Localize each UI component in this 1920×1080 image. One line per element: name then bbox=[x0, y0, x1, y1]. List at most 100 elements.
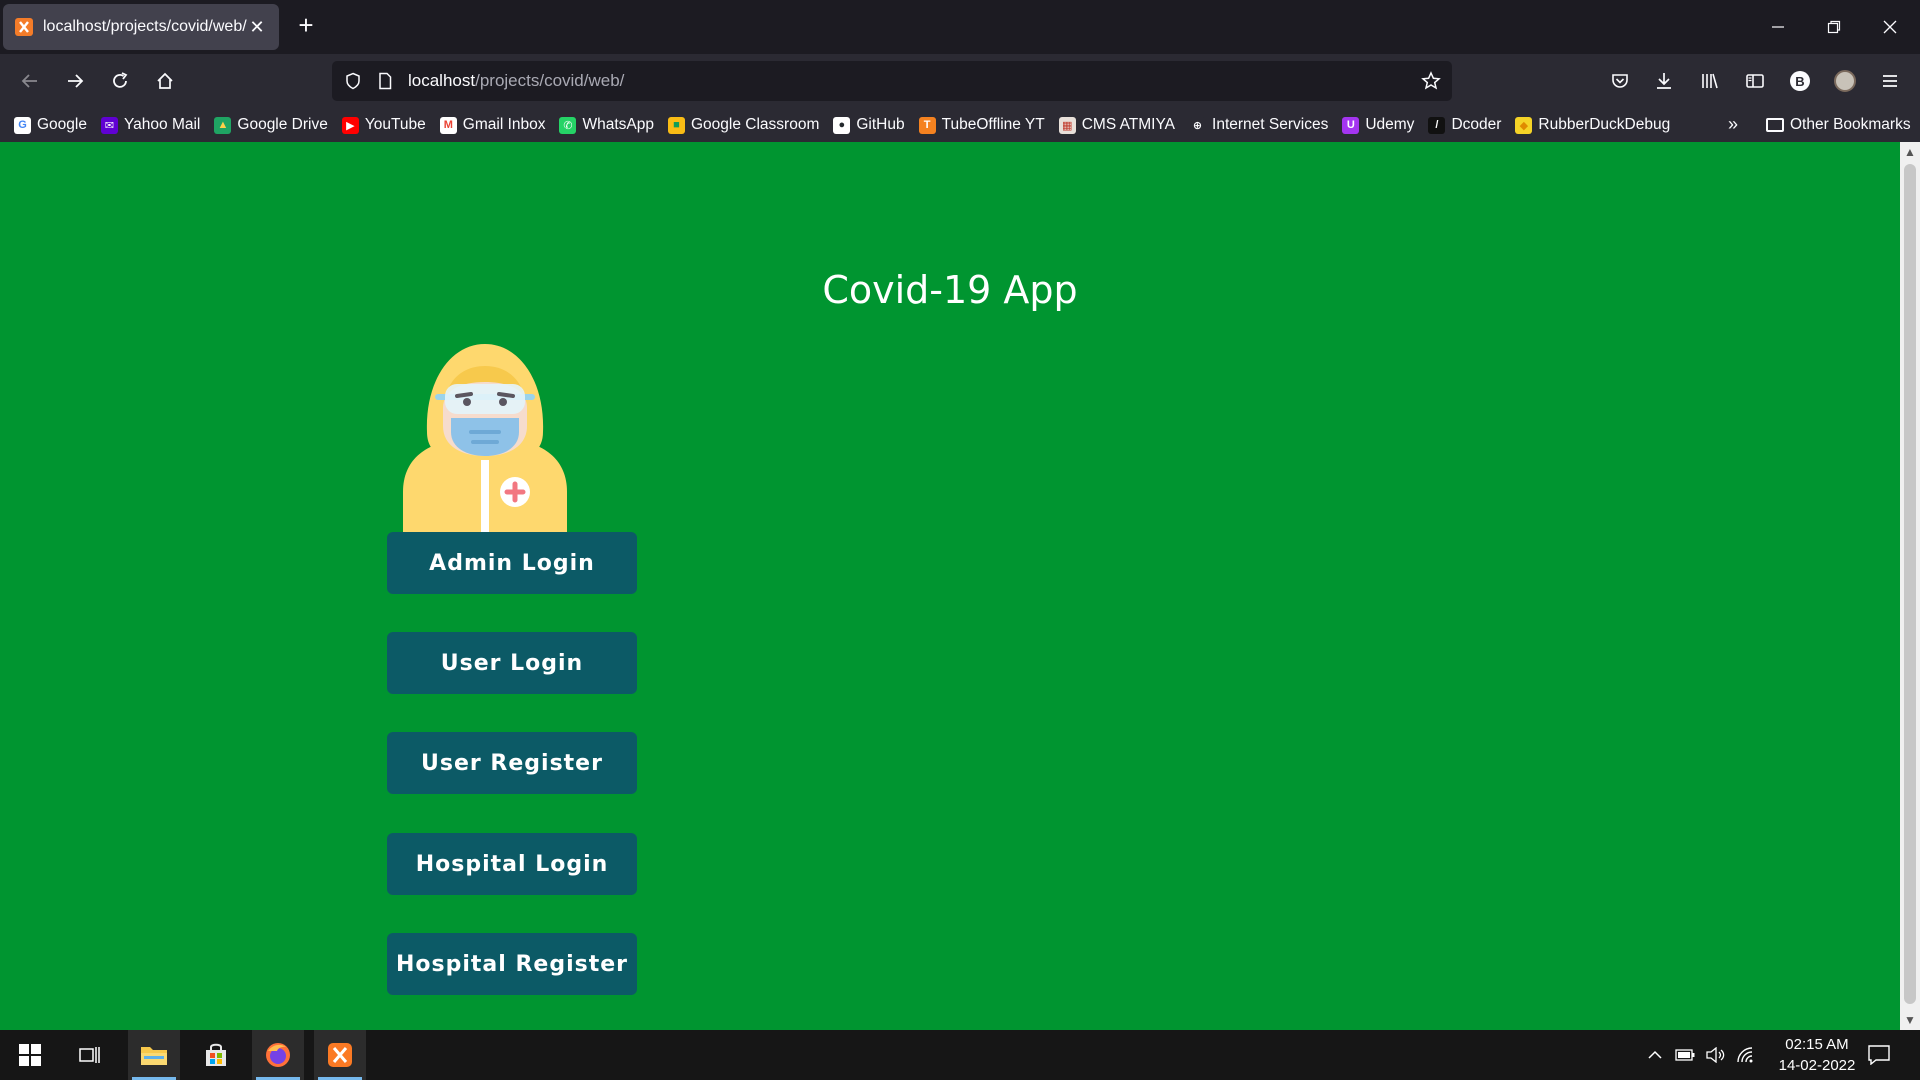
bookmarks-toolbar: G Google ✉ Yahoo Mail ▲ Google Drive ▶ YouTube M… bbox=[0, 108, 1920, 142]
user-login-button[interactable]: User Login bbox=[387, 632, 637, 694]
rubber-duck-icon: ◆ bbox=[1515, 116, 1533, 134]
whatsapp-icon: ✆ bbox=[559, 116, 577, 134]
restore-icon[interactable] bbox=[1806, 0, 1862, 54]
pocket-icon[interactable] bbox=[1605, 66, 1635, 96]
globe-icon: ⊕ bbox=[1189, 116, 1207, 134]
clock-time: 02:15 AM bbox=[1785, 1036, 1849, 1053]
google-icon: G bbox=[14, 116, 31, 134]
bookmark-item[interactable]: ✆ WhatsApp bbox=[559, 116, 654, 134]
bookmark-label: Internet Services bbox=[1212, 116, 1329, 133]
youtube-icon: ▶ bbox=[341, 116, 359, 134]
admin-login-button[interactable]: Admin Login bbox=[387, 532, 637, 594]
bookmark-label: CMS ATMIYA bbox=[1081, 116, 1176, 133]
bookmark-item[interactable]: ▶ YouTube bbox=[341, 116, 426, 134]
bookmark-item[interactable]: ▲ Google Drive bbox=[214, 116, 328, 134]
user-register-button[interactable]: User Register bbox=[387, 732, 637, 794]
address-bar[interactable]: localhost/projects/covid/web/ bbox=[332, 61, 1452, 101]
bookmark-label: TubeOffline YT bbox=[941, 116, 1045, 133]
extension-avatar-icon[interactable] bbox=[1830, 66, 1860, 96]
other-bookmarks-label: Other Bookmarks bbox=[1790, 116, 1911, 133]
bookmark-item[interactable]: ● GitHub bbox=[833, 116, 905, 134]
navigation-toolbar: localhost/projects/covid/web/ B bbox=[0, 54, 1920, 108]
google-classroom-icon: ■ bbox=[668, 116, 685, 134]
folder-icon bbox=[1766, 118, 1784, 132]
system-clock[interactable]: 02:15 AM 14-02-2022 bbox=[1762, 1034, 1872, 1076]
bookmark-label: GitHub bbox=[856, 116, 905, 133]
dcoder-icon: / bbox=[1428, 116, 1446, 134]
bookmark-item[interactable]: T TubeOffline YT bbox=[918, 116, 1045, 134]
windows-taskbar: 02:15 AM 14-02-2022 bbox=[0, 1030, 1920, 1080]
tubeoffline-icon: T bbox=[918, 116, 936, 134]
account-icon[interactable]: B bbox=[1785, 66, 1815, 96]
bookmarks-overflow-icon[interactable]: » bbox=[1728, 114, 1738, 135]
home-icon[interactable] bbox=[150, 66, 180, 96]
file-explorer-icon[interactable] bbox=[128, 1030, 180, 1080]
bookmark-label: Yahoo Mail bbox=[123, 116, 201, 133]
hamburger-menu-icon[interactable] bbox=[1875, 66, 1905, 96]
sidebar-icon[interactable] bbox=[1740, 66, 1770, 96]
other-bookmarks-folder[interactable]: Other Bookmarks bbox=[1766, 108, 1911, 142]
reload-icon[interactable] bbox=[105, 66, 135, 96]
wifi-icon[interactable] bbox=[1734, 1044, 1756, 1066]
profile-initial: B bbox=[1790, 71, 1810, 91]
close-window-icon[interactable] bbox=[1862, 0, 1918, 54]
url-text[interactable]: localhost/projects/covid/web/ bbox=[408, 71, 1416, 91]
xampp-taskbar-icon[interactable] bbox=[314, 1030, 366, 1080]
volume-icon[interactable] bbox=[1704, 1044, 1726, 1066]
library-icon[interactable] bbox=[1695, 66, 1725, 96]
page-info-icon[interactable] bbox=[374, 70, 396, 92]
bookmark-item[interactable]: / Dcoder bbox=[1428, 116, 1501, 134]
cms-atmiya-icon: ▦ bbox=[1058, 116, 1076, 134]
firefox-icon[interactable] bbox=[252, 1030, 304, 1080]
bookmark-star-icon[interactable] bbox=[1416, 66, 1446, 96]
windows-start-icon[interactable] bbox=[4, 1030, 56, 1080]
notification-center-icon[interactable] bbox=[1866, 1042, 1892, 1068]
tab-title: localhost/projects/covid/web/ bbox=[43, 18, 247, 35]
url-path: /projects/covid/web/ bbox=[475, 71, 625, 90]
bookmark-item[interactable]: ⊕ Internet Services bbox=[1189, 116, 1328, 134]
bookmark-label: Udemy bbox=[1365, 116, 1415, 133]
yahoo-mail-icon: ✉ bbox=[100, 116, 118, 134]
bookmark-item[interactable]: ✉ Yahoo Mail bbox=[100, 116, 201, 134]
bookmark-item[interactable]: ▦ CMS ATMIYA bbox=[1058, 116, 1176, 134]
forward-arrow-icon[interactable] bbox=[60, 66, 90, 96]
back-arrow-icon[interactable] bbox=[15, 66, 45, 96]
page-title: Covid-19 App bbox=[822, 268, 1078, 312]
shield-icon[interactable] bbox=[342, 70, 364, 92]
doctor-in-protective-suit-icon bbox=[403, 344, 567, 532]
browser-tab[interactable]: localhost/projects/covid/web/ ✕ bbox=[3, 4, 279, 50]
bookmark-label: Google Drive bbox=[237, 116, 328, 133]
bookmark-label: RubberDuckDebug bbox=[1538, 116, 1671, 133]
bookmark-item[interactable]: ◆ RubberDuckDebug bbox=[1515, 116, 1670, 134]
scroll-down-arrow-icon[interactable]: ▼ bbox=[1900, 1010, 1920, 1030]
bookmark-item[interactable]: ■ Google Classroom bbox=[668, 116, 819, 134]
bookmark-item[interactable]: G Google bbox=[14, 116, 87, 134]
battery-icon[interactable] bbox=[1674, 1044, 1696, 1066]
downloads-icon[interactable] bbox=[1649, 66, 1679, 96]
url-host: localhost bbox=[408, 71, 476, 90]
bookmark-label: Dcoder bbox=[1451, 116, 1502, 133]
microsoft-store-icon[interactable] bbox=[190, 1030, 242, 1080]
hospital-register-button[interactable]: Hospital Register bbox=[387, 933, 637, 995]
new-tab-button[interactable]: + bbox=[292, 12, 320, 40]
bookmark-item[interactable]: M Gmail Inbox bbox=[439, 116, 545, 134]
xampp-favicon-icon bbox=[15, 18, 33, 36]
scroll-up-arrow-icon[interactable]: ▲ bbox=[1900, 142, 1920, 162]
tab-strip: localhost/projects/covid/web/ ✕ + bbox=[0, 0, 1920, 54]
page-content: Covid-19 App Admin Login User Login User… bbox=[0, 142, 1900, 1030]
bookmark-label: Google bbox=[37, 116, 87, 133]
bookmark-label: WhatsApp bbox=[582, 116, 654, 133]
bookmark-item[interactable]: U Udemy bbox=[1342, 116, 1414, 134]
show-hidden-icons-icon[interactable] bbox=[1644, 1044, 1666, 1066]
hospital-login-button[interactable]: Hospital Login bbox=[387, 833, 637, 895]
clock-date: 14-02-2022 bbox=[1778, 1057, 1856, 1074]
tab-close-icon[interactable]: ✕ bbox=[247, 17, 267, 37]
task-view-icon[interactable] bbox=[64, 1030, 116, 1080]
gmail-icon: M bbox=[439, 116, 457, 134]
scrollbar-thumb[interactable] bbox=[1904, 164, 1916, 1004]
bookmark-label: Google Classroom bbox=[691, 116, 820, 133]
vertical-scrollbar[interactable]: ▲ ▼ bbox=[1900, 142, 1920, 1030]
minimize-icon[interactable] bbox=[1750, 0, 1806, 54]
github-icon: ● bbox=[833, 116, 851, 134]
udemy-icon: U bbox=[1342, 116, 1360, 134]
